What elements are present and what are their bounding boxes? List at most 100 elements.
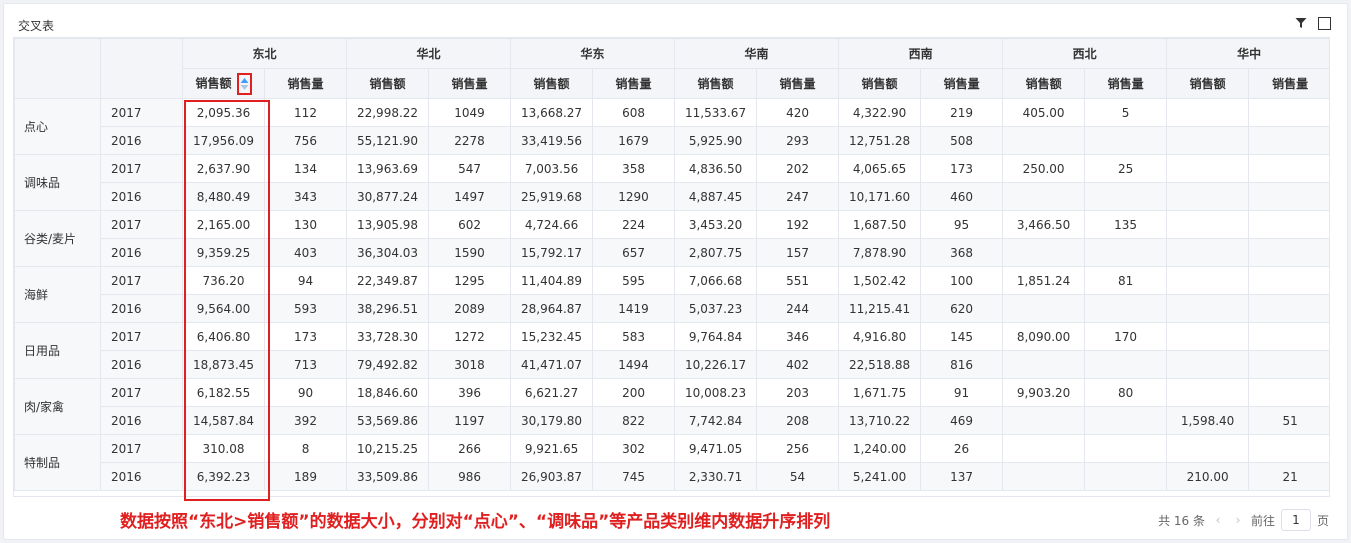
measure-header: 销售额 xyxy=(510,68,594,99)
sales-amount-cell: 13,710.22 xyxy=(838,406,922,435)
prev-page-icon[interactable]: ‹ xyxy=(1211,513,1225,527)
sales-qty-cell xyxy=(1084,126,1168,155)
sales-qty-cell: 202 xyxy=(756,154,840,183)
measure-header-label: 销售量 xyxy=(779,77,816,91)
sales-amount-cell xyxy=(1002,406,1086,435)
sales-qty-cell xyxy=(1084,406,1168,435)
maximize-icon[interactable] xyxy=(1317,16,1331,30)
filter-icon[interactable] xyxy=(1294,16,1308,30)
measure-header: 销售量 xyxy=(1248,68,1329,99)
sales-qty-cell: 816 xyxy=(920,350,1004,379)
sales-amount-cell xyxy=(1002,182,1086,211)
sales-qty-cell: 173 xyxy=(920,154,1004,183)
table-row: 2016 9,359.25 403 36,304.03 1590 15,792.17 657… xyxy=(15,238,1329,267)
category-cell: 谷类/麦片 xyxy=(14,210,101,267)
table-row: 日用品 2017 6,406.80 173 33,728.30 1272 15,232.45… xyxy=(14,322,1329,379)
sales-amount-cell: 5,241.00 xyxy=(838,462,922,491)
sales-qty-cell: 94 xyxy=(263,266,348,295)
sales-qty-cell: 219 xyxy=(920,98,1004,127)
sales-amount-cell xyxy=(1002,294,1086,323)
sales-amount-cell: 30,877.24 xyxy=(346,182,430,211)
sales-qty-cell: 80 xyxy=(1084,378,1168,407)
table-row: 海鲜 2017 736.20 94 22,349.87 1295 11,404.89 595 7… xyxy=(14,266,1329,323)
sales-qty-cell: 745 xyxy=(592,462,676,491)
sales-amount-cell: 36,304.03 xyxy=(346,238,430,267)
sales-qty-cell: 1197 xyxy=(428,406,512,435)
sales-amount-cell: 10,226.17 xyxy=(674,350,758,379)
sales-amount-cell: 26,903.87 xyxy=(510,462,594,491)
sales-qty-cell: 593 xyxy=(263,294,348,323)
sales-amount-cell: 18,873.45 xyxy=(182,350,265,379)
sales-qty-cell: 368 xyxy=(920,238,1004,267)
sales-qty-cell: 602 xyxy=(428,210,512,239)
sales-amount-cell: 2,637.90 xyxy=(182,154,265,183)
sales-qty-cell: 170 xyxy=(1084,322,1168,351)
sales-amount-cell: 55,121.90 xyxy=(346,126,430,155)
sales-qty-cell: 200 xyxy=(592,378,676,407)
sales-qty-cell: 1590 xyxy=(428,238,512,267)
sales-amount-cell: 12,751.28 xyxy=(838,126,922,155)
sales-qty-cell: 346 xyxy=(756,322,840,351)
sales-qty-cell xyxy=(1248,434,1329,463)
region-header: 华东 xyxy=(510,38,676,69)
table-row: 调味品 2017 2,637.90 134 13,963.69 547 7,003.56 35… xyxy=(14,154,1329,211)
sales-qty-cell: 403 xyxy=(263,238,348,267)
corner-header-category xyxy=(14,38,101,99)
sales-amount-cell xyxy=(1166,238,1250,267)
sales-qty-cell xyxy=(1084,350,1168,379)
pager-goto-label: 前往 xyxy=(1250,513,1275,528)
sales-qty-cell: 713 xyxy=(263,350,348,379)
sales-amount-cell xyxy=(1166,210,1250,239)
sort-ascending-icon[interactable] xyxy=(236,72,252,95)
sales-amount-cell: 10,215.25 xyxy=(346,434,430,463)
measure-header-label: 销售额 xyxy=(697,77,734,91)
sales-amount-cell: 3,453.20 xyxy=(674,210,758,239)
sales-amount-cell xyxy=(1002,126,1086,155)
measure-header-label: 销售额 xyxy=(369,77,406,91)
sales-amount-cell: 17,956.09 xyxy=(182,126,265,155)
sales-amount-cell xyxy=(1166,294,1250,323)
sales-amount-cell xyxy=(1002,462,1086,491)
page-number-input[interactable] xyxy=(1280,509,1311,531)
sales-qty-cell: 189 xyxy=(263,462,348,491)
category-cell: 点心 xyxy=(14,98,101,155)
crosstab-table-container[interactable]: 东北 华北 华东 华南 西南 西北 华中 销售额 销售量 销售额 销售量 销售额 销售量 销售额 销售量销… xyxy=(13,37,1330,497)
year-cell: 2017 xyxy=(100,266,183,295)
sales-amount-cell: 1,671.75 xyxy=(838,378,922,407)
table-body: 点心 2017 2,095.36 112 22,998.22 1049 13,668.27 6… xyxy=(14,98,1329,491)
sales-qty-cell: 8 xyxy=(263,434,348,463)
sales-qty-cell: 1290 xyxy=(592,182,676,211)
sales-amount-cell: 2,095.36 xyxy=(182,98,265,127)
sales-amount-cell: 33,419.56 xyxy=(510,126,594,155)
category-cell: 调味品 xyxy=(14,154,101,211)
sales-qty-cell: 21 xyxy=(1248,462,1329,491)
sales-qty-cell: 224 xyxy=(592,210,676,239)
sales-amount-cell: 11,215.41 xyxy=(838,294,922,323)
next-page-icon[interactable]: › xyxy=(1231,513,1245,527)
year-cell: 2017 xyxy=(100,98,183,127)
table-row: 点心 2017 2,095.36 112 22,998.22 1049 13,668.27 6… xyxy=(14,98,1329,155)
sales-qty-cell: 247 xyxy=(756,182,840,211)
sales-amount-cell: 28,964.87 xyxy=(510,294,594,323)
sales-amount-cell: 6,406.80 xyxy=(182,322,265,351)
category-cell: 海鲜 xyxy=(14,266,101,323)
table-row: 谷类/麦片 2017 2,165.00 130 13,905.98 602 4,724.66… xyxy=(14,210,1329,267)
year-cell: 2017 xyxy=(100,378,183,407)
sales-qty-cell: 244 xyxy=(756,294,840,323)
table-row: 2016 14,587.84 392 53,569.86 1197 30,179.80 82… xyxy=(15,406,1329,435)
sales-qty-cell xyxy=(1248,350,1329,379)
sales-qty-cell xyxy=(1084,238,1168,267)
sales-qty-cell: 1049 xyxy=(428,98,512,127)
sales-qty-cell: 508 xyxy=(920,126,1004,155)
sales-amount-cell xyxy=(1166,154,1250,183)
corner-header-year xyxy=(100,38,183,99)
sales-amount-cell: 13,905.98 xyxy=(346,210,430,239)
measure-header: 销售额 xyxy=(838,68,922,99)
sales-amount-cell: 22,998.22 xyxy=(346,98,430,127)
sales-amount-cell: 9,921.65 xyxy=(510,434,594,463)
sales-qty-cell xyxy=(1248,266,1329,295)
sales-qty-cell xyxy=(1084,182,1168,211)
sales-amount-cell: 11,533.67 xyxy=(674,98,758,127)
sales-qty-cell xyxy=(1248,294,1329,323)
sales-qty-cell: 112 xyxy=(263,98,348,127)
